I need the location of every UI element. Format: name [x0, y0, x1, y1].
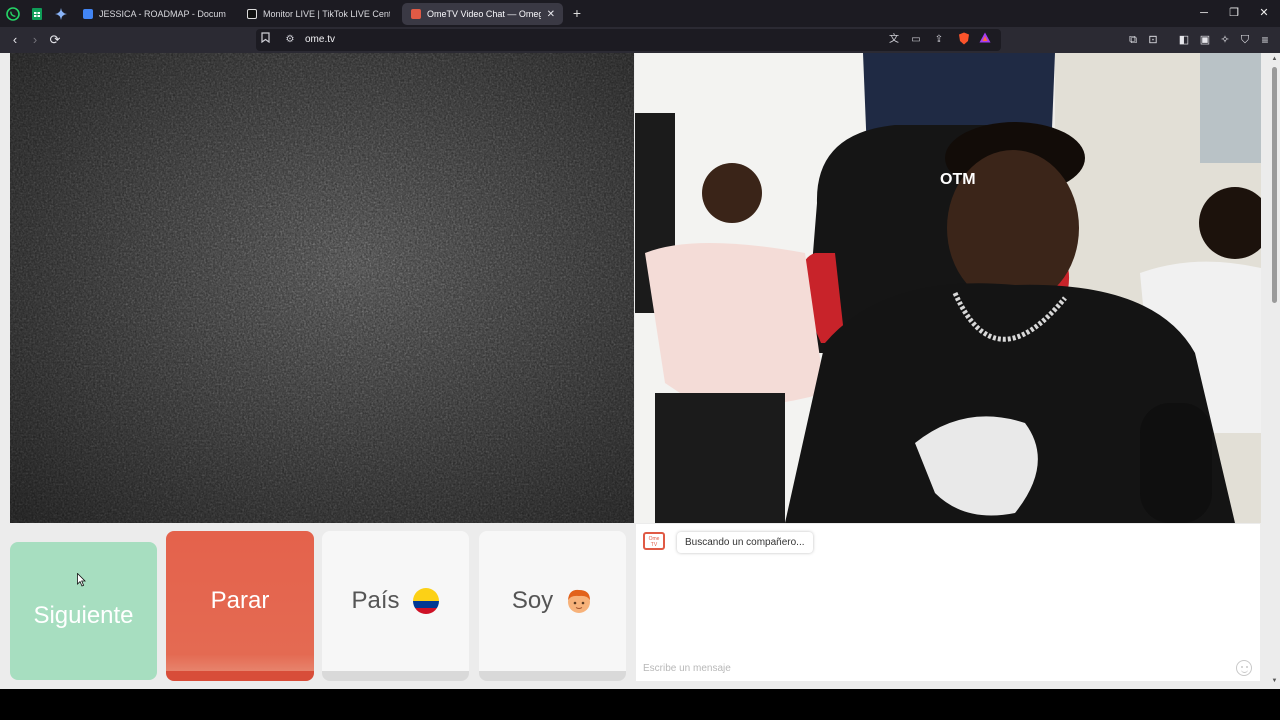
whatsapp-icon [6, 7, 20, 21]
country-button[interactable]: País [322, 531, 469, 681]
gemini-pinned-tab[interactable] [52, 5, 70, 23]
docs-icon [83, 9, 93, 19]
whatsapp-pinned-tab[interactable] [4, 5, 22, 23]
ometv-icon [411, 9, 421, 19]
stop-button-label: Parar [210, 587, 270, 614]
brave-shields-icon[interactable] [956, 32, 972, 48]
sparkle-icon [55, 8, 67, 20]
new-tab-button[interactable]: + [570, 5, 584, 21]
reload-icon[interactable]: ⟳ [46, 31, 64, 49]
next-button[interactable]: Siguiente [10, 542, 157, 680]
gender-button[interactable]: Soy [479, 531, 626, 681]
site-info-icon[interactable]: ⚙ [282, 32, 298, 48]
chat-status-text: Buscando un compañero... [685, 537, 805, 548]
ometv-logo-icon: Ome TV [643, 532, 665, 550]
country-button-label: País [351, 587, 400, 614]
video-static-noise [10, 53, 634, 523]
remote-video: OTM [635, 53, 1261, 523]
gender-button-label: Soy [511, 587, 554, 614]
bookmark-icon[interactable] [257, 32, 273, 48]
close-tab-icon[interactable]: ✕ [547, 9, 555, 20]
chat-message-input[interactable] [636, 655, 1260, 681]
vpn-icon[interactable]: ⛉ [1236, 31, 1254, 49]
menu-icon[interactable]: ≡ [1256, 31, 1274, 49]
tab-label: Monitor LIVE | TikTok LIVE Center [263, 9, 390, 19]
wallet-icon[interactable]: ▣ [1196, 31, 1214, 49]
tiktok-icon [247, 9, 257, 19]
extensions-icon[interactable]: ⧉ [1124, 31, 1142, 49]
sheets-pinned-tab[interactable] [28, 5, 46, 23]
page-scrollbar[interactable]: ▲ ▼ [1269, 53, 1280, 689]
address-bar[interactable]: ⚙ ome.tv 文 ▭ ⇪ [256, 29, 1001, 51]
scrollbar-thumb[interactable] [1272, 67, 1277, 303]
scroll-up-icon[interactable]: ▲ [1271, 56, 1278, 62]
tab-tiktok[interactable]: Monitor LIVE | TikTok LIVE Center [238, 3, 398, 25]
tab-label: JESSICA - ROADMAP - Documentos [99, 9, 226, 19]
minimize-window-button[interactable]: ─ [1194, 5, 1214, 21]
local-video [10, 53, 634, 523]
mouse-cursor-icon [77, 573, 86, 587]
chat-logo-text: Ome TV [648, 536, 660, 548]
tab-strip: JESSICA - ROADMAP - Documentos Monitor L… [0, 0, 1280, 27]
boy-face-icon [568, 589, 591, 613]
chat-panel: Ome TV Buscando un compañero... [636, 524, 1260, 681]
tab-ometv[interactable]: OmeTV Video Chat — Omeg ✕ [402, 3, 563, 25]
colombia-flag-icon [412, 588, 439, 614]
forward-icon[interactable]: › [26, 31, 44, 49]
tab-docs[interactable]: JESSICA - ROADMAP - Documentos [74, 3, 234, 25]
back-icon[interactable]: ‹ [6, 31, 24, 49]
tab-label: OmeTV Video Chat — Omeg [427, 9, 541, 19]
cast-icon[interactable]: ▭ [908, 32, 924, 48]
brave-rewards-icon[interactable] [977, 32, 993, 48]
share-icon[interactable]: ⇪ [931, 32, 947, 48]
next-button-label: Siguiente [33, 602, 134, 629]
navigation-bar: ‹ › ⟳ ⚙ ome.tv 文 ▭ ⇪ ⧉ ⊡ ◧ ▣ ✧ ⛉ ≡ [0, 27, 1280, 53]
screenshot-icon[interactable]: ⊡ [1144, 31, 1162, 49]
url-text: ome.tv [305, 34, 336, 45]
window-bottom-edge [0, 689, 1280, 720]
translate-icon[interactable]: 文 [886, 32, 902, 48]
emoji-icon[interactable] [1236, 660, 1252, 676]
chat-status-message: Buscando un compañero... [677, 532, 813, 553]
stop-button[interactable]: Parar [166, 531, 314, 681]
remote-video-scene: OTM [635, 53, 1261, 523]
close-window-button[interactable]: ✕ [1254, 5, 1274, 21]
scroll-down-icon[interactable]: ▼ [1271, 678, 1278, 684]
svg-text:OTM: OTM [940, 171, 976, 188]
sheets-icon [32, 8, 42, 20]
sidebar-icon[interactable]: ◧ [1175, 31, 1193, 49]
leo-ai-icon[interactable]: ✧ [1216, 31, 1234, 49]
restore-window-button[interactable]: ❐ [1224, 5, 1244, 21]
